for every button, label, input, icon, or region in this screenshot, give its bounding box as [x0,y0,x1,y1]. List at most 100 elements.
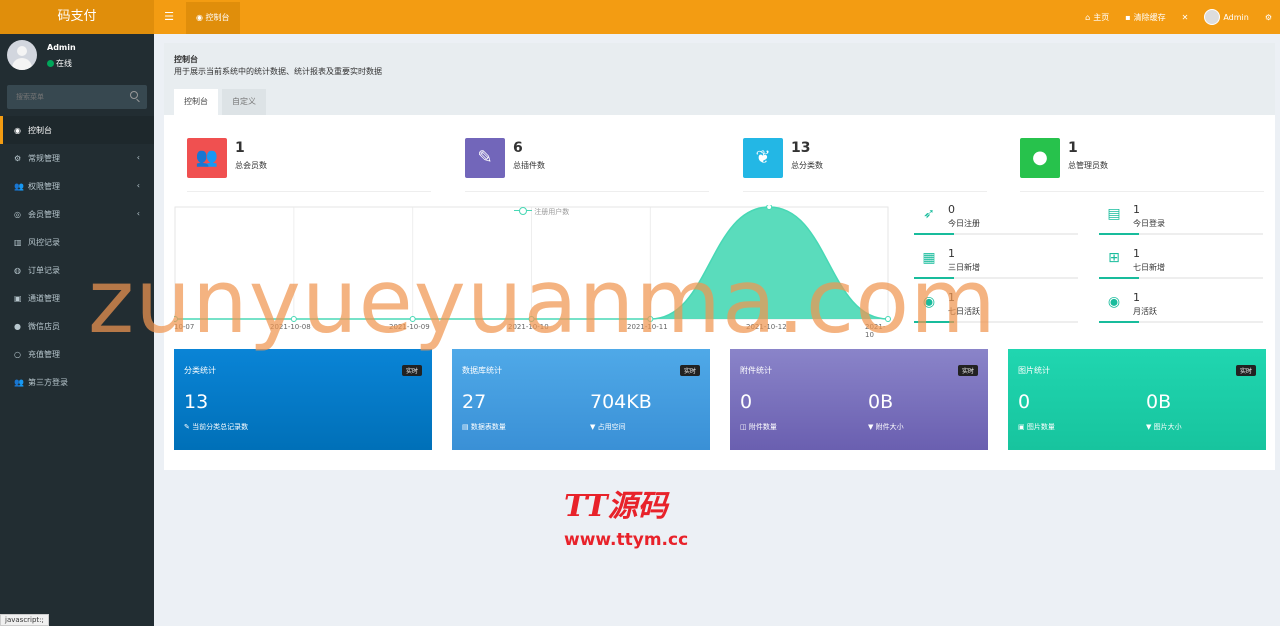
box-label: ◫ 附件数量 [740,423,777,431]
box-attachment-stats: 附件统计 实时 0 0B ◫ 附件数量 ▼ 附件大小 [730,349,988,450]
leaf-icon: ❦ [743,138,783,178]
filter-icon: ▼ [868,423,876,431]
stat-card-admins: ● 1 总管理员数 [1020,138,1264,192]
search-input[interactable] [7,85,127,109]
cogs-icon: ⚙ [14,153,22,163]
tab-dashboard[interactable]: 控制台 [174,89,218,115]
mini-stat-label: 今日注册 [948,219,980,228]
users-icon: 👥 [14,377,24,387]
mini-stat-label: 今日登录 [1133,219,1165,228]
filter-icon: ▼ [1146,423,1154,431]
sidebar-search [7,85,147,109]
home-icon: ⌂ [1085,12,1091,22]
stat-card-members: 👥 1 总会员数 [187,138,431,192]
box-value: 0 [1018,391,1031,413]
box-label: ✎ 当前分类总记录数 [184,423,249,431]
online-dot-icon [47,60,54,67]
user-name: Admin [47,43,76,52]
box-title: 图片统计 [1018,366,1050,375]
check-circle-icon: ◍ [14,265,21,275]
avatar [1204,9,1221,25]
chart-legend[interactable]: 注册用户数 [514,207,569,217]
box-value-secondary: 0B [1146,391,1172,413]
mini-stat-value: 1 [1133,291,1140,304]
stat-value: 6 [513,140,523,156]
magic-icon: ✎ [465,138,505,178]
filter-icon: ▼ [590,423,598,431]
user-status: 在线 [47,58,72,69]
admin-menu[interactable]: Admin [1196,0,1257,34]
box-title: 数据库统计 [462,366,502,375]
group-icon: 👥 [14,181,24,191]
menu-toggle-icon[interactable]: ☰ [154,0,184,34]
user-panel: Admin 在线 [0,34,154,80]
tab-custom[interactable]: 自定义 [222,89,266,115]
cube-icon: ◫ [740,423,749,431]
fullscreen-button[interactable]: ✕ [1174,0,1197,34]
top-navbar: 码支付 ☰ ◉ 控制台 ⌂ 主页 ▪ 清除缓存 ✕ Admin ⚙ [0,0,1280,34]
mini-stat-seven-day-new: ⊞ 1 七日新增 [1099,245,1263,279]
box-image-stats: 图片统计 实时 0 0B ▣ 图片数量 ▼ 图片大小 [1008,349,1266,450]
mini-stat-value: 0 [948,203,955,216]
vcard-icon: ▤ [1107,206,1121,222]
stat-label: 总分类数 [791,161,823,170]
user-circle-icon: ◎ [14,209,21,219]
trash-icon: ▪ [1125,12,1131,22]
chevron-left-icon: ‹ [136,153,140,162]
stat-value: 13 [791,140,811,156]
stat-label: 总会员数 [235,161,267,170]
database-icon: ▤ [462,423,471,431]
rocket-icon: ➶ [923,206,935,222]
status-tip: javascript:; [0,614,49,626]
sidebar-item-member[interactable]: ◎ 会员管理 ‹ [0,200,154,228]
realtime-badge: 实时 [1235,365,1256,376]
user-circle-icon: ◉ [1107,294,1121,310]
mini-stat-monthly-active: ◉ 1 月活跃 [1099,289,1263,323]
map-icon: ▥ [14,237,22,247]
watermark-logo: TT源码 [564,489,668,524]
realtime-badge: 实时 [679,365,700,376]
user-icon: ● [1020,138,1060,178]
settings-button[interactable]: ⚙ [1257,0,1280,34]
stat-label: 总管理员数 [1068,161,1108,170]
box-value: 0 [740,391,753,413]
box-title: 分类统计 [184,366,216,375]
box-category-stats: 分类统计 实时 13 ✎ 当前分类总记录数 [174,349,432,450]
chevron-left-icon: ‹ [136,209,140,218]
users-icon: 👥 [187,138,227,178]
realtime-badge: 实时 [401,365,422,376]
box-database-stats: 数据库统计 实时 27 704KB ▤ 数据表数量 ▼ 占用空间 [452,349,710,450]
mini-stat-value: 1 [1133,247,1140,260]
legend-marker-icon [514,207,532,215]
search-icon[interactable] [130,91,138,99]
home-link[interactable]: ⌂ 主页 [1077,0,1117,34]
realtime-badge: 实时 [957,365,978,376]
app-logo[interactable]: 码支付 [0,0,154,34]
box-label-secondary: ▼ 图片大小 [1146,423,1182,431]
clear-cache-button[interactable]: ▪ 清除缓存 [1117,0,1173,34]
data-point[interactable] [766,204,773,210]
box-value: 27 [462,391,487,413]
circle-icon: ○ [14,349,21,359]
mini-stat-today-register: ➶ 0 今日注册 [914,201,1078,235]
stat-card-plugins: ✎ 6 总插件数 [465,138,709,192]
sidebar-item-third-party[interactable]: 👥 第三方登录 [0,368,154,396]
tab-dashboard[interactable]: ◉ 控制台 [186,2,240,34]
stat-card-categories: ❦ 13 总分类数 [743,138,987,192]
sidebar-item-auth[interactable]: 👥 权限管理 ‹ [0,172,154,200]
calendar-plus-icon: ⊞ [1108,250,1120,266]
stat-value: 1 [1068,140,1078,156]
mini-stat-value: 1 [1133,203,1140,216]
fullscreen-icon: ✕ [1181,12,1189,22]
dashboard-icon: ◉ [14,125,21,135]
page-description: 用于展示当前系统中的统计数据、统计报表及重要实时数据 [174,67,382,76]
box-label-secondary: ▼ 占用空间 [590,423,626,431]
sidebar-item-general[interactable]: ⚙ 常规管理 ‹ [0,144,154,172]
box-label-secondary: ▼ 附件大小 [868,423,904,431]
panel-heading: 控制台 用于展示当前系统中的统计数据、统计报表及重要实时数据 控制台 自定义 [164,43,1275,115]
mini-stat-label: 月活跃 [1133,307,1157,316]
sidebar-item-dashboard[interactable]: ◉ 控制台 [0,116,154,144]
stat-value: 1 [235,140,245,156]
chevron-left-icon: ‹ [136,181,140,190]
panel-tabs: 控制台 自定义 [174,89,270,115]
